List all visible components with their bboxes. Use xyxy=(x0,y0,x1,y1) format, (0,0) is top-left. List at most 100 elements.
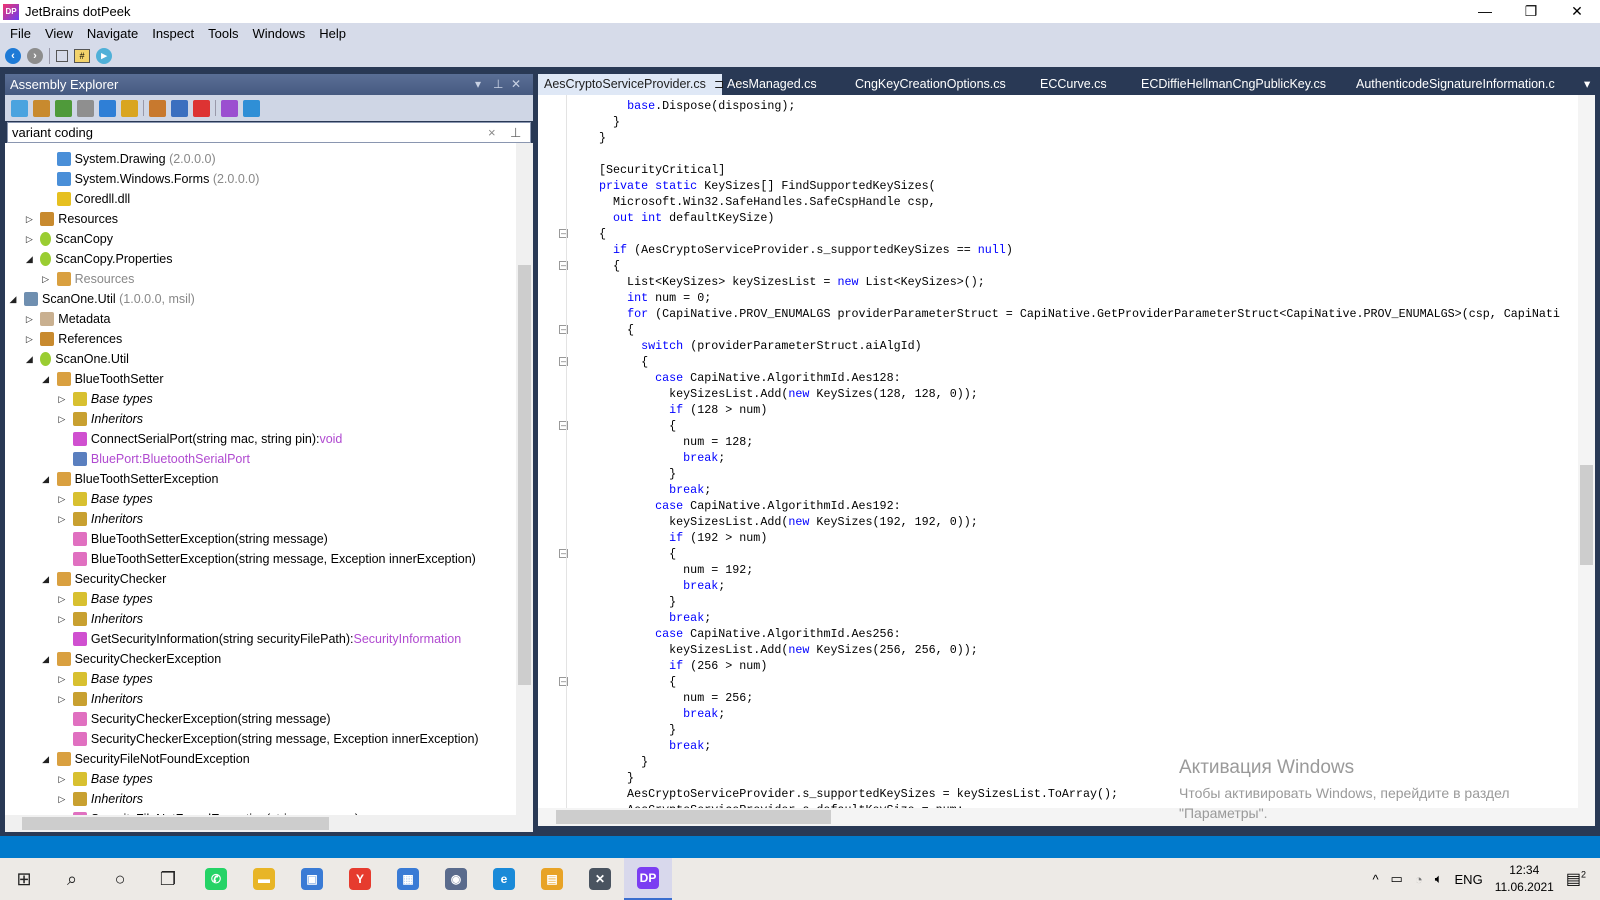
taskbar-x-app[interactable]: ✕ xyxy=(576,858,624,900)
add-nuget-icon[interactable] xyxy=(99,99,116,117)
volume-icon[interactable]: 🔈︎ xyxy=(1435,871,1443,887)
add-settings-icon[interactable] xyxy=(121,99,138,117)
collapse-arrow-icon[interactable]: ◢ xyxy=(41,569,51,589)
taskbar-app[interactable]: ▣ xyxy=(288,858,336,900)
tree-row[interactable]: ◢ SecurityFileNotFoundException xyxy=(41,749,250,769)
expand-arrow-icon[interactable]: ▷ xyxy=(57,409,67,429)
collapse-arrow-icon[interactable]: ◢ xyxy=(24,249,34,269)
code-horizontal-scroll-thumb[interactable] xyxy=(556,810,831,824)
tree-row[interactable]: GetSecurityInformation(string securityFi… xyxy=(57,629,461,649)
tree-row[interactable]: ▷ ScanCopy xyxy=(24,229,113,249)
expand-arrow-icon[interactable]: ▷ xyxy=(24,329,34,349)
tab-authenticodesignatureinformation-c[interactable]: AuthenticodeSignatureInformation.c xyxy=(1350,74,1561,95)
expand-arrow-icon[interactable]: ▷ xyxy=(57,509,67,529)
tree-row[interactable]: ▷ Base types xyxy=(57,669,153,689)
tree-vertical-scroll-thumb[interactable] xyxy=(518,265,531,685)
tree-row[interactable]: ▷ Resources xyxy=(41,269,134,289)
expand-arrow-icon[interactable]: ▷ xyxy=(57,689,67,709)
close-button[interactable]: ✕ xyxy=(1554,0,1600,23)
tree-row[interactable]: ConnectSerialPort(string mac, string pin… xyxy=(57,429,342,449)
taskbar-chat[interactable]: ▤ xyxy=(528,858,576,900)
taskbar-dotpeek[interactable]: DP xyxy=(624,858,672,900)
taskbar-calculator[interactable]: ▦ xyxy=(384,858,432,900)
taskbar-search[interactable]: ⌕ xyxy=(48,858,96,900)
language-indicator[interactable]: ENG xyxy=(1455,872,1483,887)
tree-row[interactable]: BlueToothSetterException(string message) xyxy=(57,529,328,549)
collapse-arrow-icon[interactable]: ◢ xyxy=(41,369,51,389)
taskbar-yandex-browser[interactable]: Y xyxy=(336,858,384,900)
tree-row[interactable]: BlueToothSetterException(string message,… xyxy=(57,549,476,569)
pdb-icon[interactable] xyxy=(243,99,260,117)
tree-row[interactable]: System.Drawing (2.0.0.0) xyxy=(41,149,216,169)
tree-row[interactable]: SecurityCheckerException(string message) xyxy=(57,709,331,729)
code-vertical-scrollbar[interactable] xyxy=(1578,95,1595,808)
expand-arrow-icon[interactable]: ▷ xyxy=(57,589,67,609)
expand-arrow-icon[interactable]: ▷ xyxy=(57,489,67,509)
taskbar-edge[interactable]: e xyxy=(480,858,528,900)
search-pin-icon[interactable]: ⊥ xyxy=(510,123,521,142)
tab-aesmanaged-cs[interactable]: AesManaged.cs xyxy=(721,74,823,95)
run-icon[interactable]: ▸ xyxy=(96,47,112,64)
expand-arrow-icon[interactable]: ▷ xyxy=(57,769,67,789)
taskbar-file-explorer[interactable]: ▬ xyxy=(240,858,288,900)
menu-file[interactable]: File xyxy=(6,26,41,41)
expand-arrow-icon[interactable]: ▷ xyxy=(57,389,67,409)
tree-row[interactable]: ◢ ScanOne.Util xyxy=(24,349,129,369)
tree-row[interactable]: ◢ ScanOne.Util (1.0.0.0, msil) xyxy=(8,289,195,309)
tree-row[interactable]: ▷ Base types xyxy=(57,769,153,789)
forward-icon[interactable]: › xyxy=(27,47,43,64)
tree-row[interactable]: ▷ Base types xyxy=(57,489,153,509)
tree-row[interactable]: ▷ Resources xyxy=(24,209,118,229)
code-editor[interactable]: base.Dispose(disposing); }} [SecurityCrit… xyxy=(538,95,1595,808)
tree-row[interactable]: ▷ Base types xyxy=(57,589,153,609)
assembly-tree[interactable]: System.Drawing (2.0.0.0) System.Windows.F… xyxy=(5,143,533,815)
expand-arrow-icon[interactable]: ▷ xyxy=(24,309,34,329)
tree-row[interactable]: ◢ SecurityChecker xyxy=(41,569,166,589)
tab-cngkeycreationoptions-cs[interactable]: CngKeyCreationOptions.cs xyxy=(849,74,1012,95)
expand-arrow-icon[interactable]: ▷ xyxy=(41,269,51,289)
chip-icon[interactable] xyxy=(56,49,68,62)
taskbar-cortana[interactable]: ○ xyxy=(96,858,144,900)
tab-ecdiffiehellmancngpublickey-cs[interactable]: ECDiffieHellmanCngPublicKey.cs xyxy=(1135,74,1332,95)
tree-row[interactable]: ▷ Inheritors xyxy=(57,609,143,629)
tray-chevron-icon[interactable]: ^ xyxy=(1372,872,1378,887)
taskbar-app2[interactable]: ◉ xyxy=(432,858,480,900)
tree-row[interactable]: ◢ SecurityCheckerException xyxy=(41,649,221,669)
open-vs-icon[interactable] xyxy=(221,99,238,117)
taskbar-task-view[interactable]: ❐ xyxy=(144,858,192,900)
expand-arrow-icon[interactable]: ▷ xyxy=(57,789,67,809)
expand-arrow-icon[interactable]: ▷ xyxy=(57,669,67,689)
collapse-arrow-icon[interactable]: ◢ xyxy=(41,469,51,489)
open-folder-icon[interactable] xyxy=(33,99,50,117)
remove-icon[interactable] xyxy=(193,99,210,117)
menu-inspect[interactable]: Inspect xyxy=(148,26,204,41)
assembly-list-icon[interactable] xyxy=(77,99,94,117)
tree-row[interactable]: ◢ BlueToothSetterException xyxy=(41,469,218,489)
tab-eccurve-cs[interactable]: ECCurve.cs xyxy=(1034,74,1113,95)
menu-windows[interactable]: Windows xyxy=(249,26,316,41)
tree-row[interactable]: BluePort:BluetoothSerialPort xyxy=(57,449,250,469)
tree-row[interactable]: ▷ Inheritors xyxy=(57,509,143,529)
tree-row[interactable]: ◢ BlueToothSetter xyxy=(41,369,164,389)
dropdown-icon[interactable]: ▾ xyxy=(475,74,481,95)
menu-help[interactable]: Help xyxy=(315,26,356,41)
save-assembly-list-icon[interactable] xyxy=(171,99,188,117)
wifi-icon[interactable]: ◔ xyxy=(1415,872,1423,887)
tab-overflow-icon[interactable]: ▾ xyxy=(1578,74,1596,95)
tree-row[interactable]: ▷ Inheritors xyxy=(57,789,143,809)
tree-row[interactable]: ▷ Metadata xyxy=(24,309,110,329)
tree-horizontal-scroll-thumb[interactable] xyxy=(22,817,329,830)
add-assembly-list-icon[interactable] xyxy=(55,99,72,117)
tree-row[interactable]: SecurityCheckerException(string message,… xyxy=(57,729,479,749)
menu-tools[interactable]: Tools xyxy=(204,26,248,41)
minimize-button[interactable]: — xyxy=(1462,0,1508,23)
code-vertical-scroll-thumb[interactable] xyxy=(1580,465,1593,565)
tree-row[interactable]: System.Windows.Forms (2.0.0.0) xyxy=(41,169,259,189)
tree-row[interactable]: ▷ References xyxy=(24,329,122,349)
taskbar-start[interactable]: ⊞ xyxy=(0,858,48,900)
close-panel-icon[interactable]: ✕ xyxy=(511,74,521,95)
tab-aescryptoserviceprovider-cs[interactable]: AesCryptoServiceProvider.cs ⊐ ✕ xyxy=(538,74,743,95)
tree-row[interactable]: ▷ Base types xyxy=(57,389,153,409)
clear-search-icon[interactable]: × xyxy=(488,123,496,142)
csharp-tag-icon[interactable]: # xyxy=(74,48,90,63)
